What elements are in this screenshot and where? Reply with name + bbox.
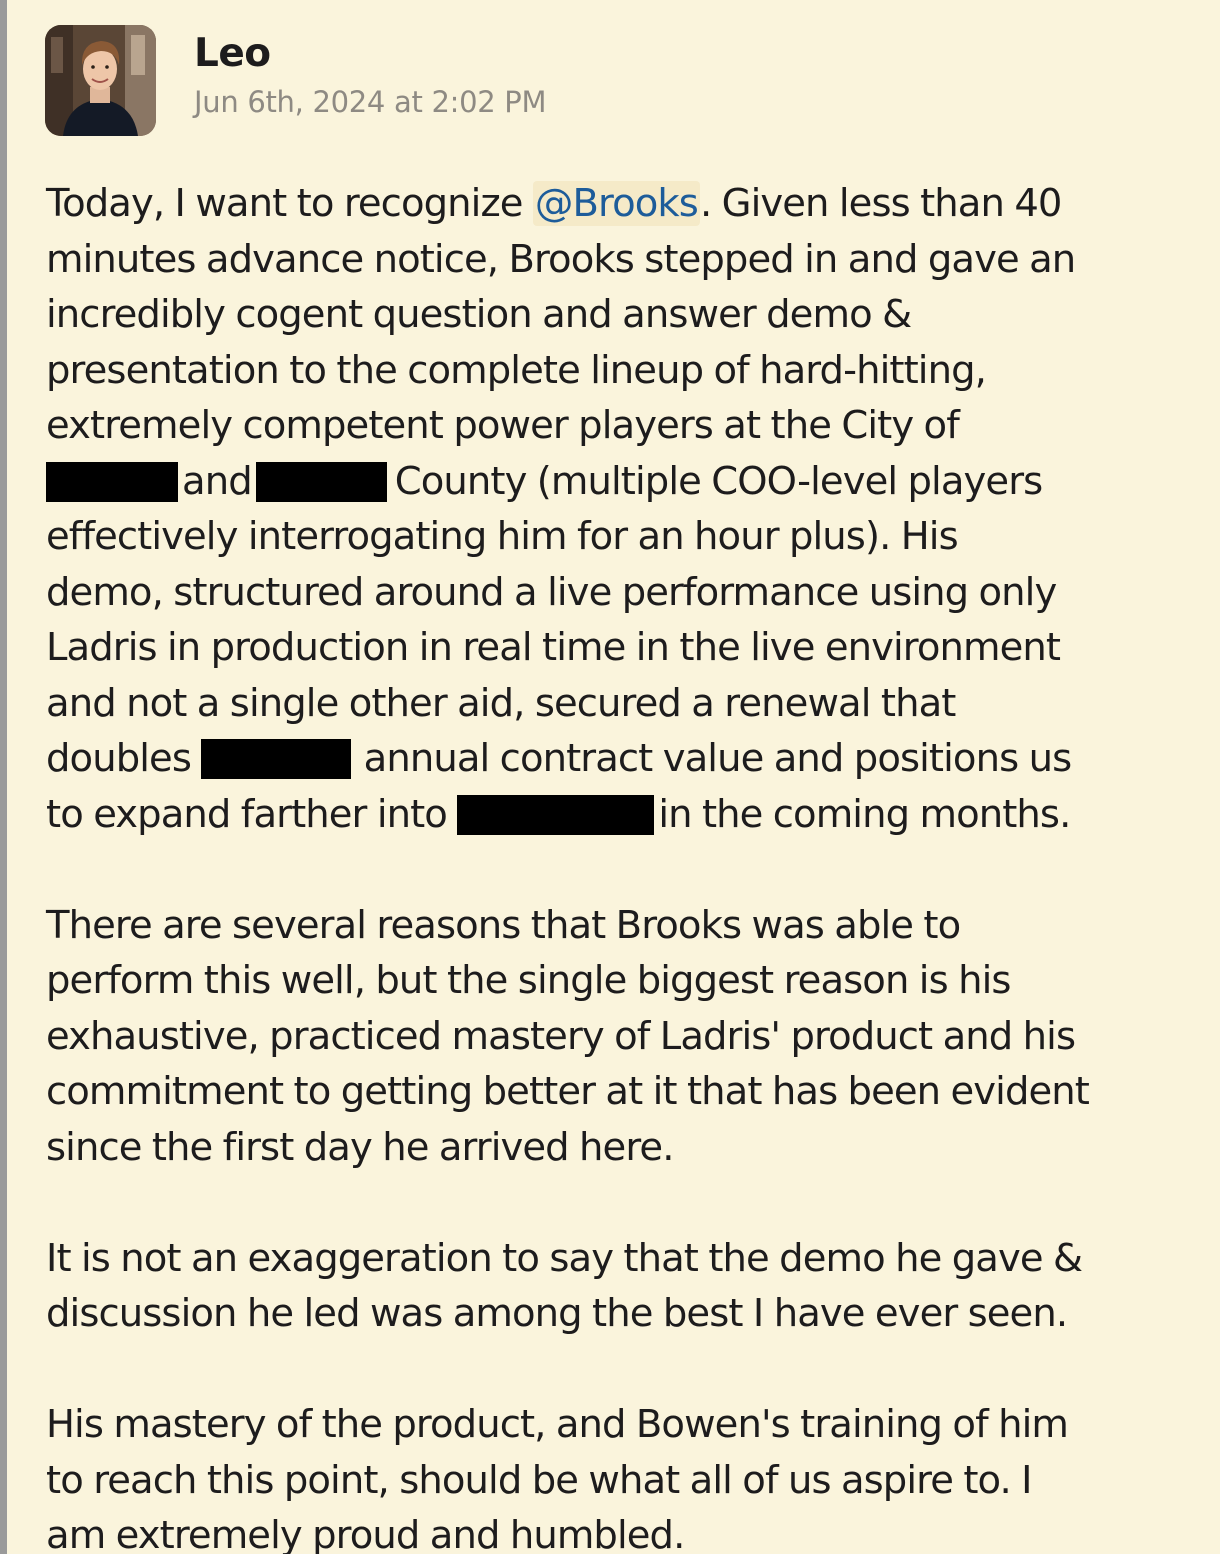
message-view: Leo Jun 6th, 2024 at 2:02 PM Today, I wa… [0,0,1220,1554]
text-line: to expand farther into in the coming mon… [46,787,1206,843]
text-line: minutes advance notice, Brooks stepped i… [46,236,1076,282]
text-segment: to expand farther into [46,791,458,837]
avatar-photo-icon [45,25,156,136]
message-paragraph: There are several reasons that Brooks wa… [46,898,1206,1176]
message-timestamp[interactable]: Jun 6th, 2024 at 2:02 PM [194,84,547,120]
message-paragraph: Today, I want to recognize @Brooks. Give… [46,176,1206,842]
text-line: commitment to getting better at it that … [46,1069,1090,1114]
text-segment: . Given less than 40 [699,181,1062,226]
thread-left-border [0,0,7,1554]
text-line: There are several reasons that Brooks wa… [46,902,961,948]
text-line: and County (multiple COO-level players [46,454,1206,510]
text-line: Ladris in production in real time in the… [46,625,1061,670]
text-segment: and [182,458,253,504]
text-segment: doubles [46,736,202,781]
redaction-block [201,739,352,779]
text-line: doubles annual contract value and positi… [46,731,1206,787]
message-paragraph: His mastery of the product, and Bowen's … [46,1397,1206,1554]
author-name[interactable]: Leo [194,30,271,78]
text-line: effectively interrogating him for an hou… [46,514,959,559]
redaction-block [255,461,387,502]
message-body: Today, I want to recognize @Brooks. Give… [46,176,1206,1554]
text-line: discussion he led was among the best I h… [46,1291,1068,1336]
text-line: His mastery of the product, and Bowen's … [46,1402,1069,1447]
text-line: Today, I want to recognize @Brooks. Give… [46,176,1206,232]
redaction-block [457,794,655,835]
text-line: extremely competent power players at the… [46,403,960,448]
text-segment: County (multiple COO-level players [394,458,1043,504]
text-segment: Today, I want to recognize [46,181,533,226]
text-line: to reach this point, should be what all … [46,1457,1033,1503]
text-segment: in the coming months. [658,791,1071,837]
text-line: perform this well, but the single bigges… [46,958,1011,1003]
text-line: presentation to the complete lineup of h… [46,347,987,393]
message-paragraph: It is not an exaggeration to say that th… [46,1231,1206,1342]
text-line: exhaustive, practiced mastery of Ladris'… [46,1013,1076,1059]
user-avatar-icon[interactable] [45,25,156,136]
redaction-block [46,461,178,502]
text-line: and not a single other aid, secured a re… [46,680,956,726]
text-line: demo, structured around a live performan… [46,569,1057,615]
text-segment: annual contract value and positions us [353,736,1072,781]
text-line: It is not an exaggeration to say that th… [46,1235,1083,1281]
text-line: am extremely proud and humbled. [46,1513,685,1554]
user-mention-link[interactable]: @Brooks [532,181,700,226]
text-line: incredibly cogent question and answer de… [46,292,912,337]
text-line: since the first day he arrived here. [46,1124,674,1170]
